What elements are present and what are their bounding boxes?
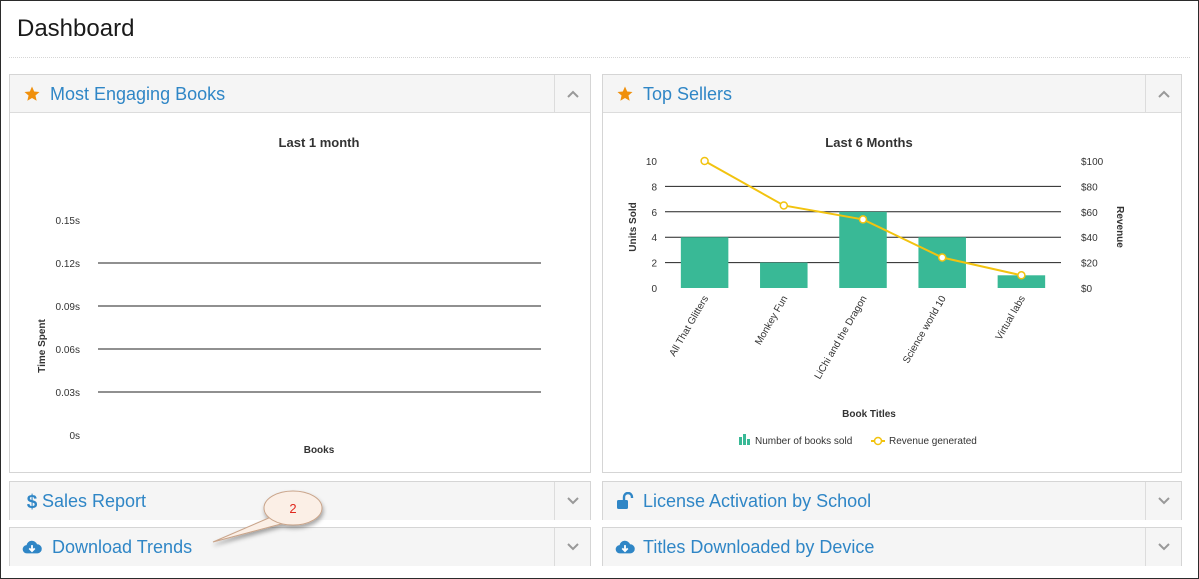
chevron-down-icon[interactable] <box>1145 528 1181 566</box>
chevron-down-icon[interactable] <box>1145 482 1181 520</box>
revenue-point[interactable] <box>1017 271 1026 280</box>
panel-header[interactable]: Most Engaging Books <box>10 75 590 113</box>
page-title: Dashboard <box>17 15 135 42</box>
dollar-icon: $ <box>22 491 42 511</box>
chart-title: Last 6 Months <box>825 135 912 150</box>
panel-title[interactable]: License Activation by School <box>643 491 871 512</box>
y-axis-label: Units Sold <box>628 202 639 251</box>
dashboard-frame: Dashboard Most Engaging Books Last 1 mon… <box>0 0 1199 579</box>
unlock-icon <box>615 491 635 511</box>
bar[interactable] <box>760 262 808 288</box>
license-activation-panel[interactable]: License Activation by School <box>602 481 1182 520</box>
x-axis-label: Books <box>304 445 335 456</box>
y2-axis-label: Revenue <box>1114 206 1125 248</box>
chevron-up-icon[interactable] <box>1145 75 1181 113</box>
panel-header[interactable]: Top Sellers <box>603 75 1181 113</box>
panel-body: Last 1 month 0s 0.03s 0.06s 0.09s 0.12s 0.15s… <box>10 113 590 472</box>
chart-title: Last 1 month <box>279 135 360 150</box>
legend-item-books-sold[interactable]: Number of books sold <box>739 434 852 447</box>
revenue-point[interactable] <box>858 215 868 224</box>
panel-body: Last 6 Months 0 2 4 6 8 10 $0 $20 $40 $60 $80 $100… <box>603 113 1181 472</box>
panel-title[interactable]: Sales Report <box>42 491 146 512</box>
legend-item-revenue[interactable]: Revenue generated <box>871 436 977 447</box>
y-tick-label: 0s <box>69 431 80 442</box>
y-axis-label: Time Spent <box>37 318 48 372</box>
revenue-point[interactable] <box>779 201 789 210</box>
chevron-up-icon[interactable] <box>554 75 590 113</box>
x-tick-label: LiChi and the Dragon <box>813 294 870 381</box>
x-tick-label: Monkey Fun <box>753 294 790 347</box>
svg-text:$: $ <box>27 492 38 511</box>
chevron-down-icon[interactable] <box>554 482 590 520</box>
panel-title[interactable]: Top Sellers <box>643 84 732 105</box>
title-divider <box>9 57 1190 58</box>
x-tick-label: All That Glitters <box>668 294 712 359</box>
y2-tick-label: $20 <box>1081 259 1098 270</box>
sales-report-panel[interactable]: $ Sales Report <box>9 481 591 520</box>
x-tick-label: Virtual labs <box>994 294 1028 342</box>
panel-header[interactable]: Download Trends <box>10 528 590 566</box>
chevron-down-icon[interactable] <box>554 528 590 566</box>
most-engaging-books-panel: Most Engaging Books Last 1 month 0s 0.03s… <box>9 74 591 473</box>
legend-label: Number of books sold <box>755 436 852 447</box>
star-icon <box>615 84 635 104</box>
y-tick-label: 0.03s <box>56 388 80 399</box>
panel-header[interactable]: Titles Downloaded by Device <box>603 528 1181 566</box>
y2-tick-label: $100 <box>1081 157 1104 168</box>
y-tick-label: 10 <box>646 157 658 168</box>
panel-title[interactable]: Titles Downloaded by Device <box>643 537 874 558</box>
download-trends-panel[interactable]: Download Trends <box>9 527 591 566</box>
revenue-point[interactable] <box>937 253 947 262</box>
top-sellers-panel: Top Sellers Last 6 Months 0 2 4 6 8 10 $0 $20 $… <box>602 74 1182 473</box>
panel-header[interactable]: License Activation by School <box>603 482 1181 520</box>
time-spent-chart: Last 1 month 0s 0.03s 0.06s 0.09s 0.12s 0.15s… <box>37 135 541 456</box>
panel-title[interactable]: Most Engaging Books <box>50 84 225 105</box>
top-sellers-chart: Last 6 Months 0 2 4 6 8 10 $0 $20 $40 $60 $80 $100… <box>628 135 1125 447</box>
y2-tick-label: $0 <box>1081 284 1093 295</box>
bar[interactable] <box>680 237 729 288</box>
legend-label: Revenue generated <box>889 436 977 447</box>
revenue-point[interactable] <box>700 156 709 166</box>
y-tick-label: 0 <box>651 284 657 295</box>
cloud-download-icon <box>615 537 635 557</box>
y-tick-label: 6 <box>651 208 657 219</box>
y-tick-label: 0.15s <box>56 216 80 227</box>
y-tick-label: 2 <box>651 259 657 270</box>
panel-header[interactable]: $ Sales Report <box>10 482 590 520</box>
titles-downloaded-panel[interactable]: Titles Downloaded by Device <box>602 527 1182 566</box>
y2-tick-label: $40 <box>1081 233 1098 244</box>
panel-title[interactable]: Download Trends <box>52 537 192 558</box>
x-axis-label: Book Titles <box>842 409 896 420</box>
chart-legend[interactable]: Number of books sold Revenue generated <box>739 434 977 447</box>
cloud-download-icon <box>22 537 42 557</box>
y-tick-label: 0.06s <box>56 345 80 356</box>
y2-tick-label: $60 <box>1081 208 1098 219</box>
y-tick-label: 0.09s <box>56 302 80 313</box>
y-tick-label: 0.12s <box>56 259 80 270</box>
x-tick-label: Science world 10 <box>901 294 949 366</box>
y-tick-label: 8 <box>651 182 657 193</box>
y2-tick-label: $80 <box>1081 182 1098 193</box>
y-tick-label: 4 <box>651 233 657 244</box>
bar[interactable] <box>918 237 966 288</box>
star-icon <box>22 84 42 104</box>
